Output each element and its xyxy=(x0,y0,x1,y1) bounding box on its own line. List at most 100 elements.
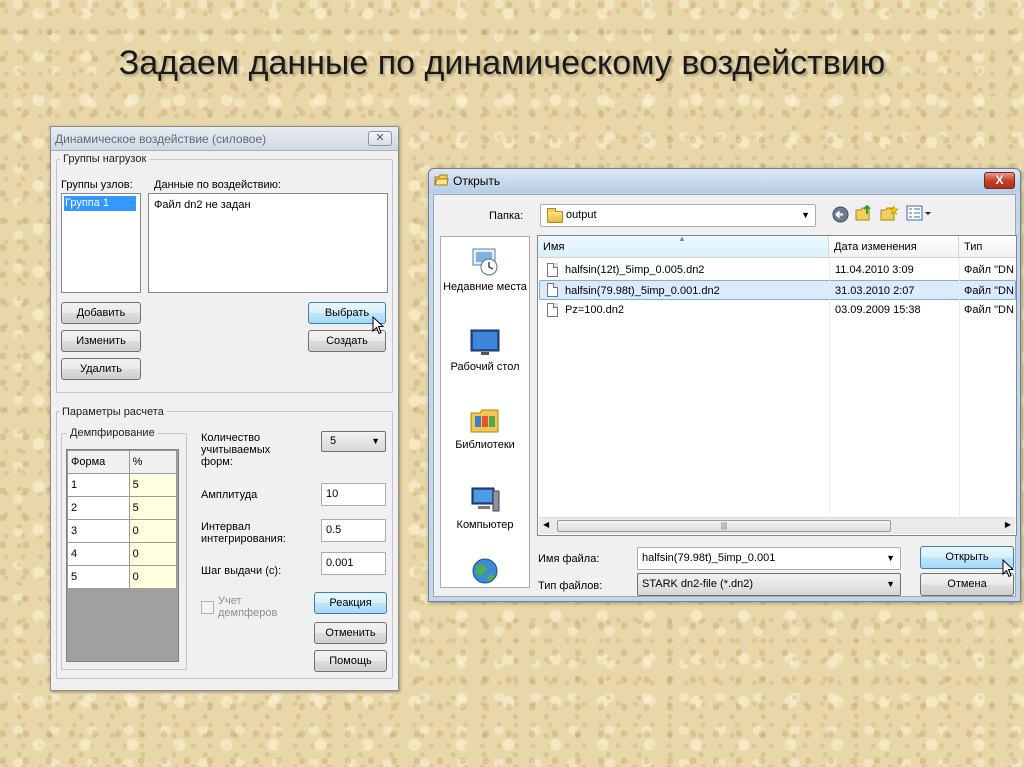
file-list[interactable]: Имя ▲ Дата изменения Тип halfsin(12t)_5i… xyxy=(537,234,1017,536)
filename-value: halfsin(79.98t)_5imp_0.001 xyxy=(642,552,776,564)
places-bar: Недавние места Рабочий стол Библиотеки К… xyxy=(440,236,530,588)
calc-params-label: Параметры расчета xyxy=(59,406,167,418)
file-row-selected[interactable]: halfsin(79.98t)_5imp_0.001.dn2 31.03.201… xyxy=(539,280,1016,300)
column-header-date[interactable]: Дата изменения xyxy=(829,236,959,258)
file-type: Файл "DN xyxy=(964,264,1014,276)
file-icon xyxy=(547,303,558,317)
close-button[interactable]: ✕ xyxy=(368,131,392,146)
table-row: 30 xyxy=(67,519,178,543)
file-date: 31.03.2010 2:07 xyxy=(835,285,915,297)
filetype-select[interactable]: STARK dn2-file (*.dn2) ▼ xyxy=(637,573,901,596)
dropdown-arrow-icon: ▼ xyxy=(371,436,380,446)
dropdown-arrow-icon: ▼ xyxy=(886,579,895,589)
scroll-right-icon[interactable]: ▶ xyxy=(1005,520,1011,529)
scroll-left-icon[interactable]: ◀ xyxy=(543,520,549,529)
reaction-button[interactable]: Реакция xyxy=(314,592,387,614)
file-type: Файл "DN xyxy=(964,285,1014,297)
list-item-group-1[interactable]: Группа 1 xyxy=(64,196,136,211)
slide-title: Задаем данные по динамическому воздейств… xyxy=(118,44,886,82)
form-cell[interactable]: 5 xyxy=(67,565,130,589)
mouse-cursor-icon xyxy=(372,316,385,335)
close-button[interactable]: X xyxy=(984,172,1015,189)
load-dialog-titlebar[interactable]: Динамическое воздействие (силовое) ✕ xyxy=(51,127,398,151)
percent-cell[interactable]: 0 xyxy=(128,542,178,566)
modes-count-value: 5 xyxy=(330,435,337,447)
integration-interval-input[interactable]: 0.5 xyxy=(321,519,386,542)
horizontal-scrollbar[interactable]: ◀ ||| ▶ xyxy=(539,517,1015,534)
place-label: Библиотеки xyxy=(455,439,515,451)
open-dialog-title: Открыть xyxy=(453,174,501,188)
open-folder-icon xyxy=(434,174,449,186)
table-row: 40 xyxy=(67,542,178,566)
column-header-type[interactable]: Тип xyxy=(959,236,1016,258)
close-icon: X xyxy=(995,173,1004,187)
grip-icon: ||| xyxy=(720,521,728,530)
integration-interval-label: Интервал интегрирования: xyxy=(201,521,286,545)
file-name: halfsin(79.98t)_5imp_0.001.dn2 xyxy=(565,285,720,297)
cancel-button[interactable]: Отменить xyxy=(314,622,387,644)
modes-count-select[interactable]: 5 ▼ xyxy=(321,431,386,452)
open-button[interactable]: Открыть xyxy=(920,546,1014,569)
node-groups-list[interactable]: Группа 1 xyxy=(61,193,141,293)
place-computer[interactable]: Компьютер xyxy=(441,485,529,531)
filetype-value: STARK dn2-file (*.dn2) xyxy=(642,578,754,590)
action-data-text: Файл dn2 не задан xyxy=(154,199,251,211)
computer-icon xyxy=(471,487,500,512)
node-groups-label: Группы узлов: xyxy=(61,179,133,191)
place-recent[interactable]: Недавние места xyxy=(441,247,529,293)
form-cell[interactable]: 1 xyxy=(67,473,130,497)
add-button[interactable]: Добавить xyxy=(61,302,141,324)
filename-input[interactable]: halfsin(79.98t)_5imp_0.001 ▼ xyxy=(637,547,901,570)
file-icon xyxy=(547,283,558,297)
table-row: 25 xyxy=(67,496,178,520)
view-menu-icon[interactable] xyxy=(906,205,933,222)
amplitude-input[interactable]: 10 xyxy=(321,483,386,506)
place-label: Компьютер xyxy=(456,519,514,531)
place-network[interactable] xyxy=(441,557,529,591)
cancel-button[interactable]: Отмена xyxy=(920,573,1014,596)
column-header-name[interactable]: Имя ▲ xyxy=(538,234,829,258)
scrollbar-thumb[interactable]: ||| xyxy=(557,520,891,532)
load-dialog: Динамическое воздействие (силовое) ✕ Гру… xyxy=(50,126,399,691)
libraries-icon xyxy=(470,409,499,433)
load-groups-label: Группы нагрузок xyxy=(60,153,150,165)
damping-table[interactable]: Форма % 15 25 30 40 50 xyxy=(66,449,179,662)
file-row[interactable]: Pz=100.dn2 03.09.2009 15:38 Файл "DN xyxy=(539,300,1016,320)
file-date: 03.09.2009 15:38 xyxy=(835,304,921,316)
place-libraries[interactable]: Библиотеки xyxy=(441,405,529,451)
dampers-label: Учет демпферов xyxy=(218,595,278,619)
form-cell[interactable]: 4 xyxy=(67,542,130,566)
percent-cell[interactable]: 0 xyxy=(128,519,178,543)
help-button[interactable]: Помощь xyxy=(314,650,387,672)
network-globe-icon xyxy=(472,558,498,584)
action-data-box[interactable]: Файл dn2 не задан xyxy=(148,193,388,293)
column-divider xyxy=(959,258,960,516)
folder-icon xyxy=(547,208,563,223)
percent-cell[interactable]: 5 xyxy=(128,473,178,497)
new-folder-icon[interactable] xyxy=(880,205,899,223)
col-header-percent[interactable]: % xyxy=(128,450,178,474)
open-dialog-body: Папка: output ▼ Недавние места Рабочий с… xyxy=(433,194,1017,597)
place-desktop[interactable]: Рабочий стол xyxy=(441,327,529,373)
col-header-form[interactable]: Форма xyxy=(67,450,130,474)
output-step-input[interactable]: 0.001 xyxy=(321,552,386,575)
up-folder-icon[interactable] xyxy=(855,205,874,223)
place-label: Недавние места xyxy=(443,281,527,293)
dropdown-arrow-icon: ▼ xyxy=(886,553,895,563)
file-row[interactable]: halfsin(12t)_5imp_0.005.dn2 11.04.2010 3… xyxy=(539,260,1016,280)
back-icon[interactable] xyxy=(832,206,849,223)
dampers-checkbox[interactable] xyxy=(201,601,214,614)
form-cell[interactable]: 3 xyxy=(67,519,130,543)
form-cell[interactable]: 2 xyxy=(67,496,130,520)
column-header-label: Тип xyxy=(964,241,983,253)
open-dialog-titlebar[interactable]: Открыть X xyxy=(429,169,1020,193)
percent-cell[interactable]: 0 xyxy=(128,565,178,589)
folder-select[interactable]: output ▼ xyxy=(540,204,816,227)
column-header-label: Дата изменения xyxy=(834,241,917,253)
percent-cell[interactable]: 5 xyxy=(128,496,178,520)
open-dialog: Открыть X Папка: output ▼ Недавние места… xyxy=(428,168,1021,602)
column-header-label: Имя xyxy=(543,241,565,253)
modes-count-label: Количество учитываемых форм: xyxy=(201,432,271,468)
delete-button[interactable]: Удалить xyxy=(61,358,141,380)
edit-button[interactable]: Изменить xyxy=(61,330,141,352)
